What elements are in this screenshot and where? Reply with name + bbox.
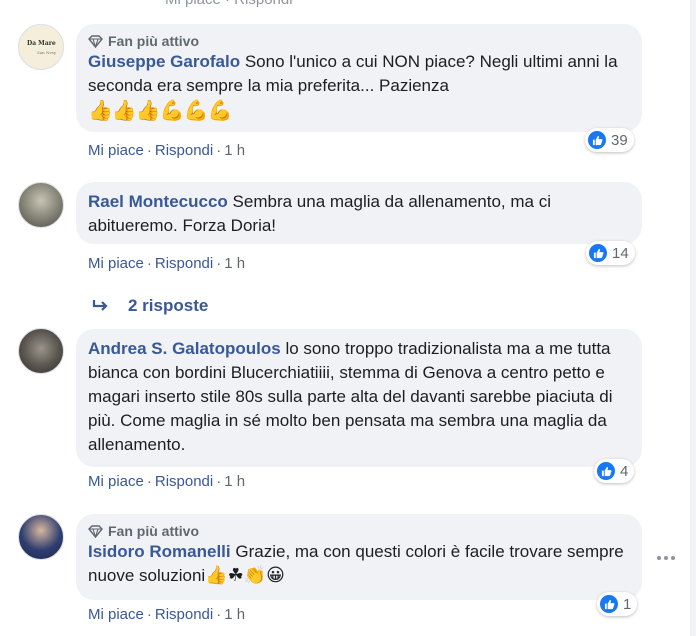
timestamp[interactable]: 1 h (224, 255, 245, 272)
reaction-number: 4 (620, 462, 629, 480)
comment-author-link[interactable]: Isidoro Romanelli (88, 542, 231, 561)
previous-comment-actions: Mi piace · Rispondi (165, 0, 293, 8)
comment-actions: Mi piace · Rispondi · 1 h (88, 473, 246, 490)
like-icon (589, 244, 607, 262)
comment-bubble: Rael Montecucco Sembra una maglia da all… (76, 182, 642, 244)
avatar[interactable] (18, 182, 64, 228)
diamond-icon (88, 35, 103, 48)
reaction-number: 39 (611, 131, 628, 149)
reaction-count[interactable]: 39 (585, 128, 634, 152)
avatar[interactable]: Da Mare San Nesy (18, 24, 64, 70)
avatar[interactable] (18, 328, 64, 374)
comment-author-link[interactable]: Giuseppe Garofalo (88, 52, 240, 71)
comment-actions: Mi piace · Rispondi · 1 h (88, 255, 246, 272)
avatar-logo-subtext: San Nesy (37, 50, 57, 55)
comment-author-link[interactable]: Andrea S. Galatopoulos (88, 339, 281, 358)
reaction-number: 14 (612, 244, 629, 262)
avatar[interactable] (18, 514, 64, 560)
like-icon (600, 595, 618, 613)
comment-author-link[interactable]: Rael Montecucco (88, 192, 228, 211)
like-icon (597, 462, 615, 480)
timestamp[interactable]: 1 h (224, 606, 245, 623)
reaction-count[interactable]: 4 (594, 459, 635, 483)
badge-label: Fan più attivo (108, 523, 199, 539)
top-fan-badge: Fan più attivo (88, 32, 630, 50)
replies-count-label: 2 risposte (128, 296, 209, 315)
timestamp[interactable]: 1 h (224, 142, 245, 159)
more-options-icon[interactable] (657, 556, 675, 560)
comment-emojis: 👍☘👏😀 (205, 565, 285, 586)
comment-actions: Mi piace · Rispondi · 1 h (88, 606, 246, 623)
comment-actions: Mi piace · Rispondi · 1 h (88, 142, 246, 159)
reaction-number: 1 (623, 595, 632, 613)
scrollbar-track[interactable] (690, 0, 696, 636)
timestamp[interactable]: 1 h (224, 473, 245, 490)
comment-bubble: Fan più attivo Isidoro Romanelli Grazie,… (76, 514, 642, 600)
reply-link[interactable]: Rispondi (155, 473, 213, 490)
reply-arrow-icon (92, 299, 110, 313)
avatar-logo-text: Da Mare (27, 40, 56, 47)
view-replies-link[interactable]: 2 risposte (92, 296, 208, 316)
reply-link[interactable]: Rispondi (155, 606, 213, 623)
like-link[interactable]: Mi piace (88, 142, 144, 159)
like-link[interactable]: Mi piace (88, 255, 144, 272)
comment-bubble: Fan più attivo Giuseppe Garofalo Sono l'… (76, 24, 642, 132)
like-link[interactable]: Mi piace (88, 473, 144, 490)
reaction-count[interactable]: 1 (597, 592, 638, 616)
comment-emojis: 👍👍👍💪💪💪 (88, 98, 232, 122)
like-link[interactable]: Mi piace (88, 606, 144, 623)
badge-label: Fan più attivo (108, 33, 199, 49)
comment-bubble: Andrea S. Galatopoulos lo sono troppo tr… (76, 329, 642, 467)
like-icon (588, 131, 606, 149)
reaction-count[interactable]: 14 (586, 241, 635, 265)
reply-link[interactable]: Rispondi (155, 255, 213, 272)
top-fan-badge: Fan più attivo (88, 522, 630, 540)
reply-link[interactable]: Rispondi (155, 142, 213, 159)
diamond-icon (88, 525, 103, 538)
